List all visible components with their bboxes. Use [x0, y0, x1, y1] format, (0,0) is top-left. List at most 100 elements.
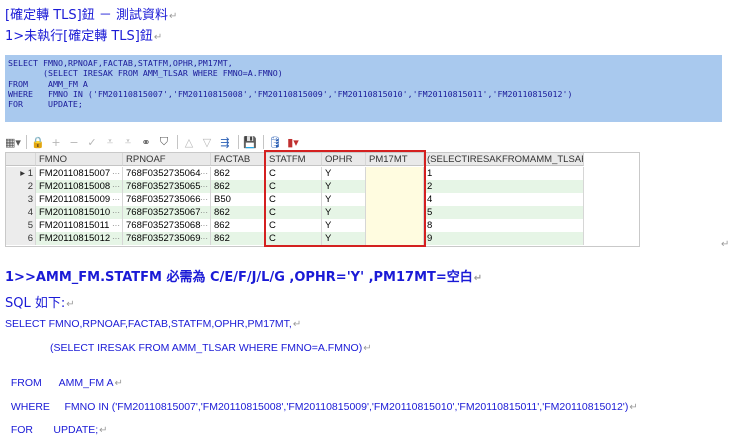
cell-factab[interactable]: 862 [211, 167, 266, 180]
cell-rpnoaf[interactable]: 768F0352735067 ··· [123, 206, 211, 219]
pilcrow-mark: ↵ [99, 425, 108, 436]
row-indicator-text: 4 [27, 207, 33, 218]
cell-select-text: 4 [427, 194, 433, 205]
cell-fmno[interactable]: FM20110815010 ··· [36, 206, 123, 219]
doc-subtitle: 1>未執行[確定轉 TLS]鈕 [5, 29, 153, 44]
cell-fmno[interactable]: FM20110815008 ··· [36, 180, 123, 193]
save-icon[interactable]: 💾 [242, 134, 258, 150]
doc-title-line: [確定轉 TLS]鈕 － 測試資料↵ [5, 4, 177, 23]
cell-factab-text: 862 [214, 168, 230, 179]
cell-factab[interactable]: 862 [211, 206, 266, 219]
cell-factab[interactable]: 862 [211, 232, 266, 245]
cell-fmno[interactable]: FM20110815007 ··· [36, 167, 123, 180]
row-indicator-text: 1 [27, 168, 33, 179]
sql-line-2: (SELECT IRESAK FROM AMM_TLSAR WHERE FMNO… [8, 68, 283, 79]
section-sql-text: SELECT FMNO,RPNOAF,FACTAB,STATFM,OPHR,PM… [5, 318, 292, 330]
binoculars-icon[interactable]: ⚭ [138, 134, 154, 150]
section-sql-text: (SELECT IRESAK FROM AMM_TLSAR WHERE FMNO… [50, 342, 363, 354]
ellipsis-icon[interactable]: ··· [112, 219, 120, 232]
cell-factab-text: 862 [214, 181, 230, 192]
ellipsis-icon[interactable]: ··· [112, 167, 120, 180]
row-indicator-text: 5 [27, 220, 33, 231]
cell-fmno-text: FM20110815012 [39, 233, 111, 244]
ellipsis-icon[interactable]: ··· [112, 206, 120, 219]
sql-line-3: FROM AMM_FM A [8, 78, 88, 89]
row-indicator: ▸ 1 [6, 167, 36, 180]
section-sql-line-2: (SELECT IRESAK FROM AMM_TLSAR WHERE FMNO… [50, 342, 372, 354]
section-sql-line-5: FOR UPDATE;↵ [5, 412, 108, 436]
cell-rpnoaf-text: 768F0352735064 [126, 168, 201, 179]
doc-subtitle-line: 1>未執行[確定轉 TLS]鈕↵ [5, 25, 162, 44]
cell-rpnoaf[interactable]: 768F0352735069 ··· [123, 232, 211, 245]
section-heading-text: 1>>AMM_FM.STATFM 必需為 C/E/F/J/L/G ,OPHR='… [5, 270, 473, 285]
cell-select[interactable]: 8 [424, 219, 584, 232]
ellipsis-icon[interactable]: ··· [112, 180, 120, 193]
ellipsis-icon[interactable]: ··· [200, 206, 208, 219]
cell-fmno-text: FM20110815007 [39, 168, 111, 179]
col-header-factab[interactable]: FACTAB [211, 153, 266, 166]
cell-fmno[interactable]: FM20110815011 ··· [36, 219, 123, 232]
pilcrow-mark: ↵ [292, 319, 302, 330]
cell-rpnoaf-text: 768F0352735067 [126, 207, 201, 218]
ellipsis-icon[interactable]: ··· [200, 167, 208, 180]
row-indicator-text: 6 [27, 233, 33, 244]
cell-factab-text: 862 [214, 220, 230, 231]
ellipsis-icon[interactable]: ··· [200, 193, 208, 206]
ellipsis-icon[interactable]: ··· [200, 180, 208, 193]
cell-select[interactable]: 2 [424, 180, 584, 193]
triangle-up-icon[interactable]: △ [181, 134, 197, 150]
ellipsis-icon[interactable]: ··· [112, 193, 120, 206]
toolbar-divider [177, 135, 178, 149]
triangle-down-icon[interactable]: ▽ [199, 134, 215, 150]
cell-factab[interactable]: 862 [211, 180, 266, 193]
sql-line-4: WHERE FMNO IN ('FM20110815007','FM201108… [8, 88, 573, 99]
cell-rpnoaf[interactable]: 768F0352735068 ··· [123, 219, 211, 232]
pilcrow-mark: ↵ [363, 343, 372, 354]
check-icon[interactable]: ✓ [84, 134, 100, 150]
plus-icon[interactable]: + [48, 134, 64, 150]
cell-fmno-text: FM20110815011 [39, 220, 110, 231]
cell-select[interactable]: 1 [424, 167, 584, 180]
cell-rpnoaf-text: 768F0352735065 [126, 181, 201, 192]
row-indicator-text: 3 [27, 194, 33, 205]
pilcrow-mark: ↵ [168, 11, 178, 22]
minus-icon[interactable]: − [66, 134, 82, 150]
section-sql-line-1: SELECT FMNO,RPNOAF,FACTAB,STATFM,OPHR,PM… [5, 318, 301, 330]
cell-rpnoaf[interactable]: 768F0352735064 ··· [123, 167, 211, 180]
section-sql-line-3: FROM AMM_FM A↵ [5, 365, 123, 389]
cell-select[interactable]: 5 [424, 206, 584, 219]
col-header-fmno[interactable]: FMNO [36, 153, 123, 166]
sql-label: SQL 如下: [5, 296, 66, 311]
sql-editor[interactable]: SELECT FMNO,RPNOAF,FACTAB,STATFM,OPHR,PM… [5, 55, 722, 122]
sql-line-5: FOR UPDATE; [8, 99, 83, 110]
ellipsis-icon[interactable]: ··· [200, 219, 208, 232]
link-icon[interactable]: ⇶ [217, 134, 233, 150]
sql-label-line: SQL 如下:↵ [5, 292, 75, 311]
ellipsis-icon[interactable]: ··· [112, 232, 120, 245]
cell-select-text: 8 [427, 220, 433, 231]
lock-icon[interactable]: 🔒 [30, 134, 46, 150]
cell-select[interactable]: 4 [424, 193, 584, 206]
col-header-rpnoaf[interactable]: RPNOAF [123, 153, 211, 166]
cell-fmno[interactable]: FM20110815009 ··· [36, 193, 123, 206]
cell-fmno[interactable]: FM20110815012 ··· [36, 232, 123, 245]
section-sql-text: FOR UPDATE; [10, 424, 99, 436]
cell-rpnoaf[interactable]: 768F0352735065 ··· [123, 180, 211, 193]
database-icon[interactable]: 🛢 [267, 134, 283, 150]
cell-fmno-text: FM20110815010 [39, 207, 111, 218]
grid-icon[interactable]: ▦▾ [5, 134, 21, 150]
down-icon[interactable]: ⩡ [120, 134, 136, 150]
row-indicator: 2 [6, 180, 36, 193]
cell-factab[interactable]: B50 [211, 193, 266, 206]
chart-icon[interactable]: ▮▾ [285, 134, 301, 150]
col-header-select[interactable]: (SELECTIRESAKFROMAMM_TLSARWHER [424, 153, 584, 166]
cell-select[interactable]: 9 [424, 232, 584, 245]
ellipsis-icon[interactable]: ··· [200, 232, 208, 245]
pilcrow-mark: ↵ [473, 273, 483, 284]
cell-factab[interactable]: 862 [211, 219, 266, 232]
cell-rpnoaf[interactable]: 768F0352735066 ··· [123, 193, 211, 206]
cell-factab-text: B50 [214, 194, 231, 205]
first-icon[interactable]: ⩡ [102, 134, 118, 150]
funnel-icon[interactable]: ⛉ [156, 134, 172, 150]
sql-editor-text: SELECT FMNO,RPNOAF,FACTAB,STATFM,OPHR,PM… [5, 55, 722, 109]
